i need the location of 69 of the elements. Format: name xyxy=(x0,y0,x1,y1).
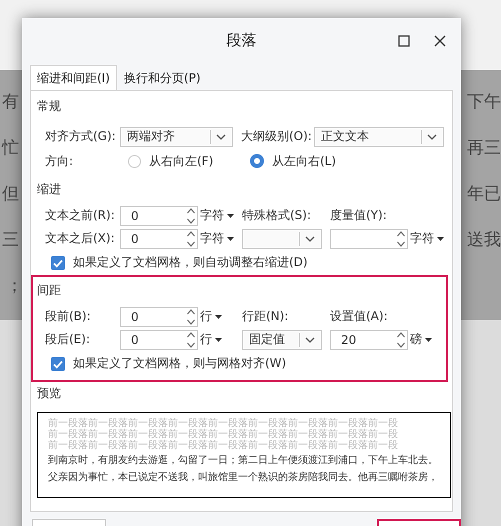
spin-arrows-icon xyxy=(186,228,196,248)
caret-icon xyxy=(215,314,222,318)
spin-field[interactable]: 0 xyxy=(120,206,198,226)
caret-icon xyxy=(425,338,432,342)
unit-dropdown[interactable]: 行 xyxy=(198,331,224,348)
field-label: 设置值(A): xyxy=(330,308,388,325)
field-label: 方向: xyxy=(45,152,74,170)
preview-text: 前一段落前一段落前一段落前一段落前一段落前一段落前一段落前一段落前一段 xyxy=(48,418,398,429)
checkbox-label: 如果定义了文档网格，则与网格对齐(W) xyxy=(73,355,286,372)
field-label: 段前(B): xyxy=(45,308,91,325)
document-text: ； xyxy=(5,274,23,296)
dropdown[interactable]: 固定值 xyxy=(242,330,322,350)
tab[interactable]: 换行和分页(P) xyxy=(116,65,208,91)
window-title: 段落 xyxy=(226,31,256,50)
close-icon xyxy=(434,34,446,46)
spin-arrows-icon xyxy=(396,330,406,350)
field-label: 文本之后(X): xyxy=(45,230,115,247)
square-icon xyxy=(398,34,410,46)
document-text: 送我 xyxy=(466,228,501,250)
tab[interactable]: 缩进和间距(I) xyxy=(30,65,117,91)
section-heading: 缩进 xyxy=(37,181,61,198)
field-label: 大纲级别(O): xyxy=(240,128,313,145)
document-text: 三 xyxy=(2,228,20,250)
spin-field[interactable] xyxy=(330,228,408,248)
radio-label: 从右向左(F) xyxy=(149,152,214,170)
document-text: 但 xyxy=(2,182,20,204)
field-label: 段后(E): xyxy=(45,331,90,348)
field-label: 行距(N): xyxy=(242,308,288,325)
checkbox-label: 如果定义了文档网格，则自动调整右缩进(D) xyxy=(73,254,308,271)
document-text: 再三 xyxy=(466,136,501,158)
section-heading: 常规 xyxy=(37,98,61,115)
document-text: 下午 xyxy=(466,90,501,112)
unit-dropdown[interactable]: 字符 xyxy=(198,230,236,247)
caret-icon xyxy=(215,338,222,342)
dropdown[interactable]: 两端对齐 xyxy=(120,126,233,146)
radio-button[interactable] xyxy=(128,154,141,168)
unit-dropdown[interactable]: 字符 xyxy=(198,207,236,224)
unit-dropdown[interactable]: 字符 xyxy=(408,230,446,247)
spin-arrows-icon xyxy=(396,228,406,248)
preview-text: 前一段落前一段落前一段落前一段落前一段落前一段落前一段落前一段落前一段 xyxy=(48,429,398,440)
spin-arrows-icon xyxy=(186,206,196,226)
document-text: 有 xyxy=(2,90,20,112)
document-text: 忙 xyxy=(2,136,20,158)
dropdown[interactable]: 正文文本 xyxy=(314,126,444,146)
field-label: 对齐方式(G): xyxy=(45,128,117,145)
preview-text: 到南京时，有朋友约去游逛，勾留了一日；第二日上午便须渡江到浦口，下午上车北去。 xyxy=(48,454,438,468)
spin-arrows-icon xyxy=(186,306,196,326)
radio-label: 从左向右(L) xyxy=(272,152,336,170)
unit-dropdown[interactable]: 行 xyxy=(198,308,224,325)
spin-field[interactable]: 0 xyxy=(120,306,198,326)
radio-button[interactable] xyxy=(250,154,264,168)
spin-field[interactable]: 0 xyxy=(120,228,198,248)
unit-dropdown[interactable]: 磅 xyxy=(408,331,434,348)
caret-icon xyxy=(437,236,444,240)
caret-icon xyxy=(227,236,234,240)
section-heading: 预览 xyxy=(37,385,61,402)
field-label: 度量值(Y): xyxy=(330,207,387,224)
checkbox[interactable] xyxy=(51,256,65,270)
checkbox[interactable] xyxy=(51,356,65,370)
spin-arrows-icon xyxy=(186,330,196,350)
section-heading: 间距 xyxy=(37,282,61,299)
field-label: 文本之前(R): xyxy=(45,207,115,224)
spin-field[interactable]: 20 xyxy=(330,330,408,350)
caret-icon xyxy=(227,214,234,218)
spin-field[interactable]: 0 xyxy=(120,330,198,350)
preview-text: 前一段落前一段落前一段落前一段落前一段落前一段落前一段落前一段落前一段 xyxy=(48,440,398,451)
document-text: 年已 xyxy=(466,182,501,204)
preview-text: 父亲因为事忙，本已说定不送我，叫旅馆里一个熟识的茶房陪我同去。他再三嘱咐茶房， xyxy=(48,470,438,485)
field-label: 特殊格式(S): xyxy=(242,207,312,224)
